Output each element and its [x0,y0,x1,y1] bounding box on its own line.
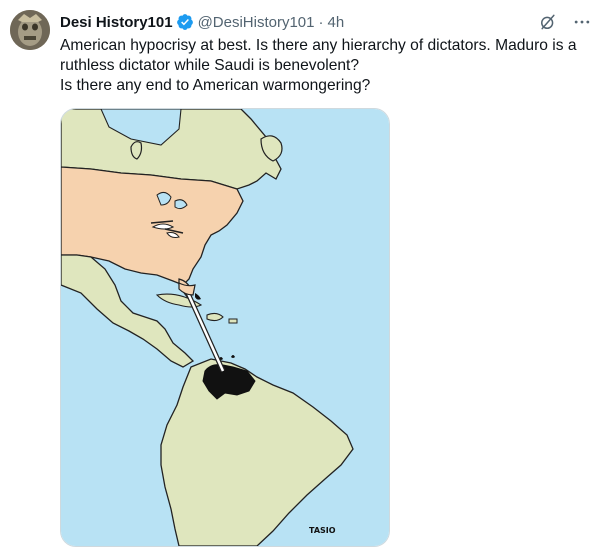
tweet-text-line-1: American hypocrisy at best. Is there any… [60,37,577,54]
more-options-icon[interactable] [572,12,592,32]
tweet-text-line-2: ruthless dictator while Saudi is benevol… [60,57,360,74]
tweet[interactable]: Desi History101 @DesiHistory101 · 4h Ame… [0,0,600,550]
verified-badge-icon [176,14,193,30]
hispaniola [206,312,224,322]
tweet-text-line-3: Is there any end to American warmongerin… [60,77,371,94]
user-handle[interactable]: @DesiHistory101 [198,14,315,31]
separator-dot: · [318,13,324,31]
artist-signature: TASIO [309,526,336,535]
avatar[interactable] [10,10,50,50]
tweet-text: American hypocrisy at best. Is there any… [60,36,596,96]
cartoon-map: TASIO [61,109,389,546]
grok-icon[interactable] [538,12,558,32]
display-name[interactable]: Desi History101 [60,14,173,31]
avatar-image [10,10,50,50]
header-actions [538,12,592,32]
tweet-header: Desi History101 @DesiHistory101 · 4h [60,12,590,32]
puerto-rico [228,318,238,324]
timestamp[interactable]: 4h [328,14,345,31]
tweet-media-cartoon[interactable]: TASIO [60,108,390,547]
